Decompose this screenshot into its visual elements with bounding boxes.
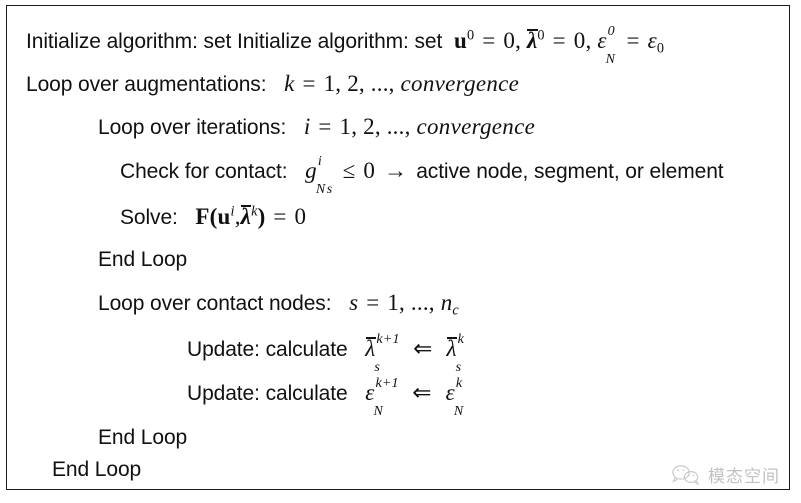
sub-N-eps-3: N (453, 404, 464, 419)
sub-0-eps: 0 (656, 40, 665, 57)
word-convergence-i: convergence (416, 114, 536, 139)
comma-2: , (585, 28, 592, 53)
algorithm-line-check-contact: Check for contact: gi N s ≤ 0 → active no… (120, 154, 724, 197)
algorithm-line-end-loop-iterations: End Loop (98, 249, 187, 270)
line-label-end-loop-iterations: End Loop (98, 248, 188, 271)
equals-k: = (302, 71, 316, 96)
line-label-solve: Solve: (120, 206, 178, 229)
line-label-end-loop-contact-nodes: End Loop (98, 426, 188, 449)
symbol-g: g (305, 158, 317, 183)
algorithm-line-loop-contact-nodes: Loop over contact nodes: s = 1, ..., nc (98, 290, 459, 319)
line-math-loop-iterations: i = 1, 2, ..., convergence (292, 114, 535, 139)
line-label-loop-augmentations: Loop over augmentations: (26, 73, 267, 96)
line-label-loop-iterations: Loop over iterations: (98, 116, 287, 139)
sup-0-lambda: 0 (537, 27, 545, 44)
rparen: ) (257, 204, 266, 229)
line-math-initialize: u0 = 0, λ0 = 0, ε0N = ε0 (448, 24, 665, 67)
symbol-lambda-bar-2: λ (240, 204, 252, 229)
zero-1: 0 (503, 28, 516, 53)
symbol-n: n (440, 290, 453, 315)
equals-i: = (318, 114, 332, 139)
sup-k1-lambda: k+1 (376, 332, 400, 347)
line-label-loop-contact-nodes: Loop over contact nodes: (98, 292, 332, 315)
line-math-solve: F(ui,λk) = 0 (184, 204, 307, 229)
symbol-s: s (349, 290, 359, 315)
list-k: 1, 2, ..., (323, 71, 395, 96)
symbol-i: i (303, 114, 311, 139)
algorithm-line-loop-iterations: Loop over iterations: i = 1, 2, ..., con… (98, 115, 535, 138)
line-label-initialize: Initialize algorithm: set Initialize alg… (26, 30, 443, 53)
algorithm-line-loop-augmentations: Loop over augmentations: k = 1, 2, ..., … (26, 72, 519, 95)
symbol-F-bold: F (195, 204, 210, 229)
sub-s-lambda-2: s (455, 360, 462, 375)
zero-g: 0 (363, 158, 376, 183)
sub-Ns-g: N s (315, 182, 333, 197)
zero-2: 0 (573, 28, 586, 53)
algorithm-line-update-lambda: Update: calculate λ k+1 s ⇐ λks (187, 332, 464, 375)
double-left-arrow-icon-1: ⇐ (413, 336, 433, 361)
algorithm-line-initialize: Initialize algorithm: set Initialize alg… (26, 24, 665, 67)
line-math-update-epsilon: ε k+1 N ⇐ εkN (353, 376, 463, 419)
lparen: ( (209, 204, 218, 229)
sub-N-eps: N (605, 52, 616, 67)
symbol-u-bold-2: u (217, 204, 231, 229)
sup-k1-eps: k+1 (375, 376, 399, 391)
sup-0-u: 0 (466, 27, 475, 44)
equals-1: = (482, 28, 496, 53)
right-arrow-icon: → (384, 158, 408, 183)
symbol-u-bold: u (453, 28, 467, 53)
symbol-lambda-bar-4: λ (446, 336, 457, 361)
sub-c-n: c (452, 302, 459, 319)
symbol-epsilon-2: ε (647, 28, 657, 53)
line-label-end-loop-augmentations: End Loop (52, 458, 142, 481)
watermark: 模态空间 (671, 462, 780, 487)
algorithm-line-end-loop-augmentations: End Loop (52, 459, 141, 480)
double-left-arrow-icon-2: ⇐ (412, 380, 432, 405)
zero-solve: 0 (294, 204, 307, 229)
symbol-lambda-bar: λ (526, 28, 538, 53)
sup-0-eps: 0 (607, 24, 615, 39)
symbol-epsilon-1: ε (597, 28, 607, 53)
list-s: 1, ..., (387, 290, 435, 315)
leq-symbol: ≤ (342, 158, 356, 183)
line-math-check-contact: gi N s ≤ 0 → (293, 154, 416, 197)
equals-solve: = (273, 204, 287, 229)
comma-1: , (515, 28, 522, 53)
sup-i-g: i (317, 154, 322, 169)
equals-3: = (626, 28, 640, 53)
symbol-lambda-bar-3: λ (365, 336, 376, 361)
line-math-loop-augmentations: k = 1, 2, ..., convergence (272, 71, 519, 96)
symbol-epsilon-3: ε (365, 380, 375, 405)
equals-2: = (552, 28, 566, 53)
sup-k-lambda-2: k (457, 332, 465, 347)
word-convergence-k: convergence (400, 71, 520, 96)
watermark-text: 模态空间 (708, 467, 780, 487)
list-i: 1, 2, ..., (339, 114, 411, 139)
sub-s-lambda: s (374, 360, 381, 375)
algorithm-line-solve: Solve: F(ui,λk) = 0 (120, 204, 306, 228)
algorithm-pseudocode-box: Initialize algorithm: set Initialize alg… (6, 5, 790, 490)
sub-N-eps-2: N (373, 404, 384, 419)
line-math-update-lambda: λ k+1 s ⇐ λks (353, 332, 464, 375)
line-label-update-lambda: Update: calculate (187, 338, 348, 361)
symbol-epsilon-4: ε (445, 380, 455, 405)
wechat-icon (671, 464, 701, 486)
line-label-check-contact: Check for contact: (120, 160, 288, 183)
equals-s: = (366, 290, 380, 315)
line-trailing-check-contact: active node, segment, or element (416, 160, 724, 183)
sup-k-eps: k (455, 376, 463, 391)
line-math-loop-contact-nodes: s = 1, ..., nc (337, 290, 459, 319)
line-label-update-epsilon: Update: calculate (187, 382, 348, 405)
algorithm-line-end-loop-contact-nodes: End Loop (98, 427, 187, 448)
symbol-k: k (284, 71, 295, 96)
algorithm-line-update-epsilon: Update: calculate ε k+1 N ⇐ εkN (187, 376, 463, 419)
